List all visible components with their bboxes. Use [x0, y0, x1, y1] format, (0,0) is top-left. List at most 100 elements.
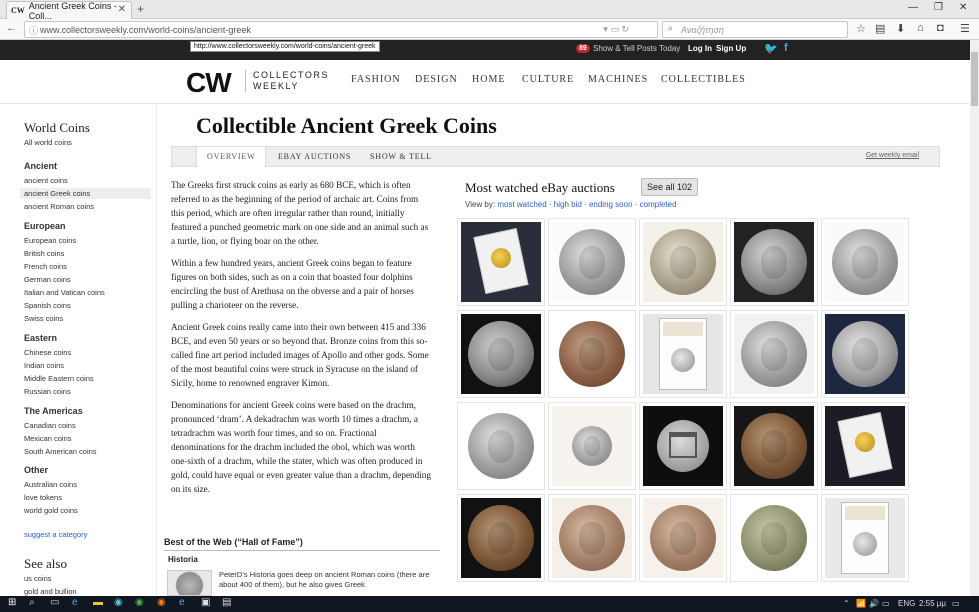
signup-link[interactable]: Sign Up — [716, 44, 746, 53]
app-icon[interactable]: ▤ — [222, 597, 231, 608]
auction-item[interactable] — [821, 402, 909, 490]
download-icon[interactable]: ⬇ — [896, 22, 905, 35]
sidebar-link[interactable]: us coins — [24, 574, 52, 583]
pocket-icon[interactable]: ◘ — [937, 22, 944, 34]
menu-icon[interactable]: ☰ — [960, 22, 970, 35]
auction-item[interactable] — [639, 402, 727, 490]
url-bar[interactable]: ⓘ www.collectorsweekly.com/world-coins/a… — [24, 21, 658, 38]
page-scrollbar[interactable] — [970, 40, 979, 596]
auction-item[interactable] — [639, 218, 727, 306]
scrollbar-thumb[interactable] — [971, 52, 978, 106]
file-explorer-icon[interactable]: ▬ — [93, 597, 103, 608]
sidebar-link[interactable]: Mexican coins — [24, 434, 72, 443]
showtell-posts-link[interactable]: Show & Tell Posts Today — [593, 44, 680, 53]
twitter-icon[interactable]: 🐦 — [764, 42, 778, 55]
tray-chevron-icon[interactable]: ⌃ — [843, 599, 850, 608]
nav-home[interactable]: HOME — [472, 74, 505, 85]
back-icon[interactable]: ← — [6, 22, 17, 34]
close-tab-icon[interactable]: ✕ — [118, 4, 126, 15]
sidebar-link[interactable]: Canadian coins — [24, 421, 76, 430]
sidebar-link[interactable]: French coins — [24, 262, 67, 271]
windows-start-icon[interactable]: ⊞ — [8, 597, 16, 608]
historia-link[interactable]: Historia — [168, 555, 198, 564]
auction-item[interactable] — [639, 310, 727, 398]
sidebar-link[interactable]: ancient Roman coins — [24, 202, 94, 211]
sidebar-link[interactable]: Indian coins — [24, 361, 64, 370]
sidebar-link[interactable]: Spanish coins — [24, 301, 71, 310]
auction-item[interactable] — [821, 310, 909, 398]
sidebar-link[interactable]: German coins — [24, 275, 71, 284]
clock[interactable]: 2:55 μμ — [919, 599, 946, 608]
auction-item[interactable] — [548, 218, 636, 306]
see-all-button[interactable]: See all 102 — [641, 178, 699, 196]
battery-icon[interactable]: ▭ — [882, 599, 890, 608]
network-icon[interactable]: 📶 — [856, 599, 866, 608]
sidebar-link[interactable]: All world coins — [24, 138, 72, 147]
view-by-high-bid[interactable]: high bid — [554, 200, 582, 209]
edge-icon[interactable]: e — [72, 597, 78, 608]
sidebar-link[interactable]: Italian and Vatican coins — [24, 288, 105, 297]
nav-machines[interactable]: MACHINES — [588, 74, 648, 85]
sidebar-link[interactable]: Chinese coins — [24, 348, 71, 357]
sidebar-link[interactable]: love tokens — [24, 493, 62, 502]
search-icon[interactable]: ⌕ — [29, 597, 35, 608]
auction-item[interactable] — [457, 402, 545, 490]
auction-item[interactable] — [821, 218, 909, 306]
auction-item[interactable] — [548, 494, 636, 582]
notifications-icon[interactable]: ▭ — [952, 599, 960, 608]
nav-collectibles[interactable]: COLLECTIBLES — [661, 74, 746, 85]
new-tab-icon[interactable]: + — [137, 2, 144, 16]
auction-item[interactable] — [639, 494, 727, 582]
login-link[interactable]: Log In — [688, 44, 712, 53]
view-by-most-watched[interactable]: most watched — [497, 200, 546, 209]
ie-icon[interactable]: e — [179, 597, 185, 608]
auction-item[interactable] — [730, 310, 818, 398]
facebook-icon[interactable]: f — [784, 42, 788, 54]
minimize-icon[interactable]: — — [908, 2, 918, 13]
weekly-email-link[interactable]: Get weekly email — [866, 152, 919, 159]
sidebar-link[interactable]: British coins — [24, 249, 64, 258]
chrome-icon[interactable]: ◉ — [135, 597, 144, 608]
view-by-completed[interactable]: completed — [640, 200, 677, 209]
sidebar-link[interactable]: South American coins — [24, 447, 97, 456]
bookmark-star-icon[interactable]: ☆ — [856, 22, 866, 35]
auction-item[interactable] — [730, 218, 818, 306]
auction-item[interactable] — [548, 402, 636, 490]
view-by-ending-soon[interactable]: ending soon — [589, 200, 633, 209]
reading-list-icon[interactable]: ▤ — [875, 22, 885, 35]
auction-item[interactable] — [730, 402, 818, 490]
logo-wordmark[interactable]: COLLECTORS WEEKLY — [253, 70, 333, 92]
volume-icon[interactable]: 🔊 — [869, 599, 879, 608]
auction-item[interactable] — [548, 310, 636, 398]
auction-item[interactable] — [457, 310, 545, 398]
dropdown-icon[interactable]: ▾ ▭ ↻ — [603, 24, 629, 35]
sidebar-link[interactable]: Swiss coins — [24, 314, 63, 323]
auction-item[interactable] — [457, 218, 545, 306]
sidebar-link[interactable]: gold and bullion — [24, 587, 77, 596]
sidebar-link[interactable]: ancient coins — [24, 176, 68, 185]
sidebar-link[interactable]: Russian coins — [24, 387, 71, 396]
auction-item[interactable] — [730, 494, 818, 582]
home-icon[interactable]: ⌂ — [917, 22, 924, 34]
nav-fashion[interactable]: FASHION — [351, 74, 401, 85]
historia-thumbnail[interactable] — [167, 570, 212, 596]
firefox-icon[interactable]: ◉ — [157, 597, 166, 608]
browser-tab[interactable]: CW Ancient Greek Coins - Coll... ✕ — [6, 1, 132, 21]
suggest-category-link[interactable]: suggest a category — [24, 530, 87, 539]
store-icon[interactable]: ◉ — [114, 597, 123, 608]
tab-overview[interactable]: OVERVIEW — [196, 147, 267, 167]
sidebar-link[interactable]: Australian coins — [24, 480, 77, 489]
sidebar-link[interactable]: world gold coins — [24, 506, 78, 515]
auction-item[interactable] — [457, 494, 545, 582]
sidebar-link[interactable]: European coins — [24, 236, 76, 245]
nav-culture[interactable]: CULTURE — [522, 74, 574, 85]
tab-ebay-auctions[interactable]: EBAY AUCTIONS — [268, 147, 361, 167]
auction-item[interactable] — [821, 494, 909, 582]
app-icon[interactable]: ▣ — [201, 597, 210, 608]
close-window-icon[interactable]: ✕ — [959, 2, 967, 13]
nav-design[interactable]: DESIGN — [415, 74, 458, 85]
info-icon[interactable]: ⓘ — [29, 24, 38, 37]
sidebar-link[interactable]: Middle Eastern coins — [24, 374, 94, 383]
language-indicator[interactable]: ENG — [898, 599, 915, 608]
logo-mark[interactable]: CW — [186, 67, 232, 99]
